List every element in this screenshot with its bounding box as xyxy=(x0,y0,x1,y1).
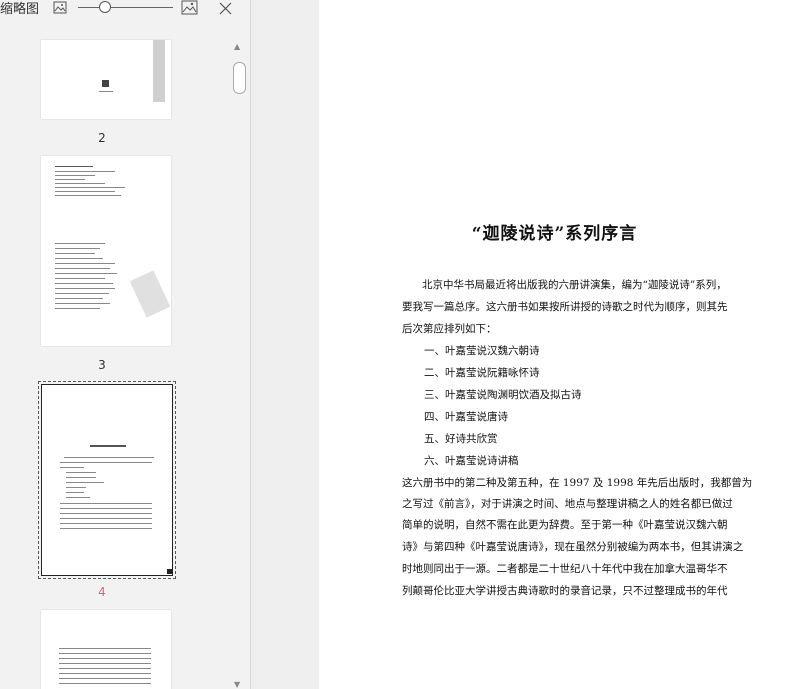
text-line: 列颠哥伦比亚大学讲授古典诗歌时的录音记录，只不过整理成书的年代 xyxy=(402,585,728,597)
text-line: 之写过《前言》，对于讲演之时间、地点与整理讲稿之人的姓名都已做过 xyxy=(402,498,733,510)
text-line: 北京中华书局最近将出版我的六册讲演集，编为“迦陵说诗”系列， xyxy=(422,279,727,291)
text-line: 要我写一篇总序。这六册书如果按所讲授的诗歌之时代为顺序，则其先 xyxy=(402,301,728,313)
list-item: 二、叶嘉莹说阮籍咏怀诗 xyxy=(424,367,540,379)
page-number-4: 4 xyxy=(98,585,106,599)
page-number-2: 2 xyxy=(98,131,106,145)
text-line: 简单的说明，自然不需在此更为辞费。至于第一种《叶嘉莹说汉魏六朝 xyxy=(402,519,728,531)
document-page: “迦陵说诗”系列序言 北京中华书局最近将出版我的六册讲演集，编为“迦陵说诗”系列… xyxy=(320,0,789,689)
scroll-up-icon[interactable]: ▲ xyxy=(234,42,240,51)
page-title: “迦陵说诗”系列序言 xyxy=(471,224,638,244)
resize-handle[interactable] xyxy=(167,569,172,574)
text-line: 后次第应排列如下： xyxy=(402,323,497,335)
page-thumbnail-4[interactable] xyxy=(41,384,173,576)
list-item: 五、好诗共欣赏 xyxy=(424,433,498,445)
list-item: 四、叶嘉莹说唐诗 xyxy=(424,411,508,423)
thumbnail-zoom-slider[interactable] xyxy=(78,1,173,15)
page-thumbnail-5[interactable] xyxy=(41,610,171,689)
thumbnail-decoration xyxy=(153,40,165,102)
text-line: 这六册书中的第二种及第五种，在 1997 及 1998 年先后出版时，我都曾为 xyxy=(402,477,753,489)
viewer-background xyxy=(251,0,319,689)
page-thumbnail-3[interactable] xyxy=(41,156,171,346)
list-item: 一、叶嘉莹说汉魏六朝诗 xyxy=(424,345,540,357)
slider-track xyxy=(78,7,173,8)
thumbnail-emblem xyxy=(102,80,109,87)
close-icon[interactable] xyxy=(219,0,232,19)
pane-title: 缩略图 xyxy=(0,2,40,17)
thumbnail-watermark xyxy=(129,270,171,318)
list-item: 六、叶嘉莹说诗讲稿 xyxy=(424,455,519,467)
slider-knob[interactable] xyxy=(99,1,111,13)
scroll-down-icon[interactable]: ▼ xyxy=(234,680,240,689)
text-line: 时地则同出于一源。二者都是二十世纪八十年代中我在加拿大温哥华不 xyxy=(402,563,728,575)
thumbnail-pane: 缩略图 2 3 4 ▲ ▼ xyxy=(0,0,251,689)
text-line: 诗》与第四种《叶嘉莹说唐诗》，现在虽然分别被编为两本书，但其讲演之 xyxy=(402,541,744,553)
thumbnail-toolbar: 缩略图 xyxy=(0,0,250,18)
page-number-3: 3 xyxy=(98,358,106,372)
thumbnail-scrollbar[interactable]: ▲ ▼ xyxy=(232,40,246,689)
zoom-out-image-icon[interactable] xyxy=(53,0,67,19)
page-thumbnail-2[interactable] xyxy=(41,40,171,119)
zoom-in-image-icon[interactable] xyxy=(181,0,198,19)
scroll-thumb[interactable] xyxy=(233,62,246,94)
list-item: 三、叶嘉莹说陶渊明饮酒及拟古诗 xyxy=(424,389,582,401)
